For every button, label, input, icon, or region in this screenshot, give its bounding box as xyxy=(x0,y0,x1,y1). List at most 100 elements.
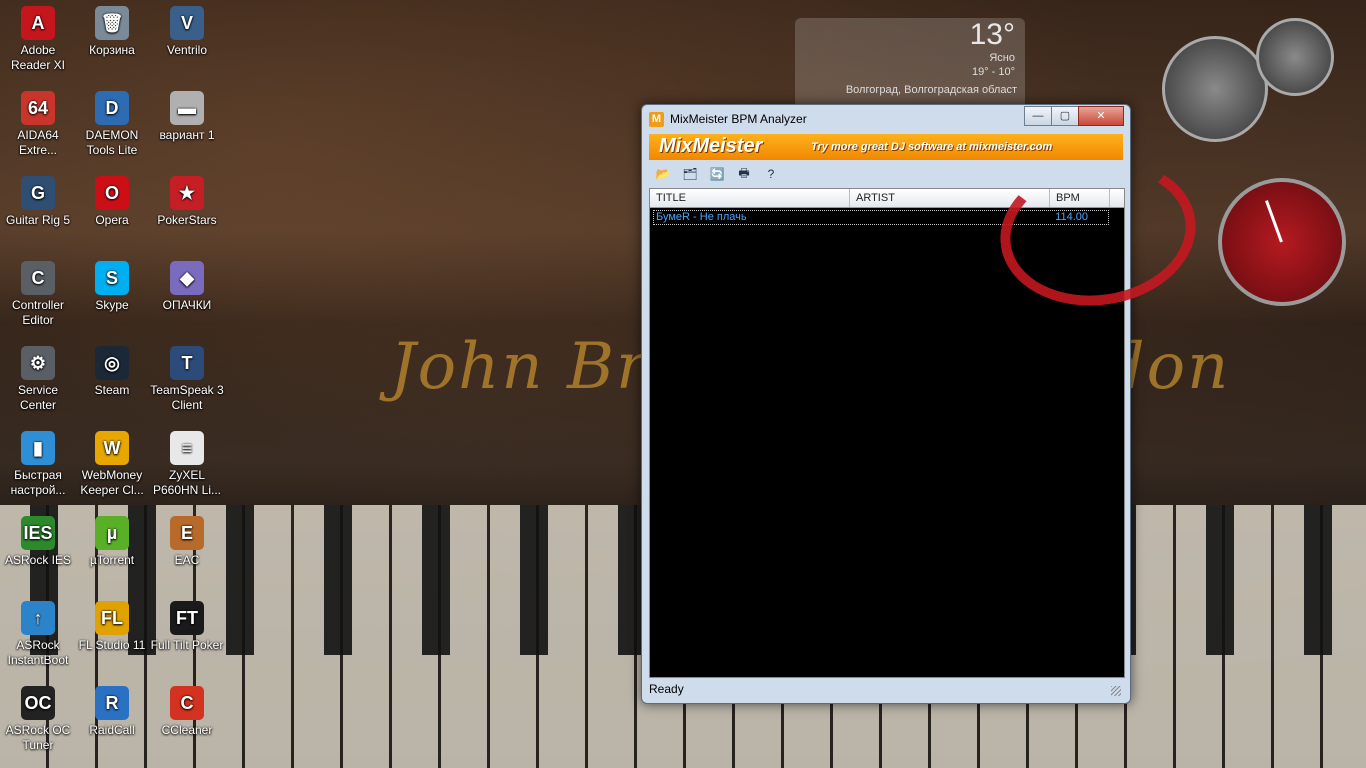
desktop-icon[interactable]: S Skype xyxy=(74,261,150,313)
app-icon: C xyxy=(21,261,55,295)
app-icon: R xyxy=(95,686,129,720)
app-icon: ▮ xyxy=(21,431,55,465)
app-icon: E xyxy=(170,516,204,550)
window-titlebar[interactable]: M MixMeister BPM Analyzer — ▢ ✕ xyxy=(642,105,1130,133)
weather-range: 19° - 10° xyxy=(971,66,1015,78)
print-icon[interactable]: 🖶 xyxy=(734,165,754,183)
desktop-icon-label: DAEMON Tools Lite xyxy=(85,128,139,157)
desktop-icon-label: FL Studio 11 xyxy=(78,638,146,652)
banner-tagline: Try more great DJ software at mixmeister… xyxy=(811,141,1053,153)
weather-gadget[interactable]: 13° Ясно 19° - 10° Волгоград, Волгоградс… xyxy=(795,18,1025,108)
status-bar: Ready xyxy=(649,679,1123,699)
desktop-icon[interactable]: ⚙ Service Center xyxy=(0,346,76,413)
desktop-icon[interactable]: T TeamSpeak 3 Client xyxy=(149,346,225,413)
desktop-icon[interactable]: V Ventrilo xyxy=(149,6,225,58)
app-icon: ◆ xyxy=(170,261,204,295)
app-icon: V xyxy=(170,6,204,40)
desktop-icon-label: Service Center xyxy=(17,383,58,412)
desktop-icon-label: Ventrilo xyxy=(166,43,208,57)
desktop-icon[interactable]: C CCleaner xyxy=(149,686,225,738)
mixmeister-logo: MixMeister xyxy=(659,135,763,157)
desktop-icon[interactable]: ▮ Быстрая настрой... xyxy=(0,431,76,498)
app-icon: ◎ xyxy=(95,346,129,380)
desktop-icon-label: Adobe Reader XI xyxy=(10,43,66,72)
desktop-icon[interactable]: G Guitar Rig 5 xyxy=(0,176,76,228)
desktop-icon[interactable]: A Adobe Reader XI xyxy=(0,6,76,73)
app-icon: µ xyxy=(95,516,129,550)
desktop-icon[interactable]: FL FL Studio 11 xyxy=(74,601,150,653)
open-folder-icon[interactable]: 📂 xyxy=(653,165,673,183)
app-icon: A xyxy=(21,6,55,40)
window-controls: — ▢ ✕ xyxy=(1024,106,1124,126)
app-icon: ▬ xyxy=(170,91,204,125)
app-icon: ⚙ xyxy=(21,346,55,380)
refresh-icon[interactable]: 🔄 xyxy=(707,165,727,183)
app-icon: T xyxy=(170,346,204,380)
desktop-icon-label: CCleaner xyxy=(161,723,213,737)
desktop-icon[interactable]: ★ PokerStars xyxy=(149,176,225,228)
desktop-icon-label: ASRock InstantBoot xyxy=(7,638,69,667)
app-icon: IES xyxy=(21,516,55,550)
maximize-button[interactable]: ▢ xyxy=(1051,106,1079,126)
desktop-icon-label: ASRock IES xyxy=(4,553,72,567)
desktop-icon[interactable]: FT Full Tilt Poker xyxy=(149,601,225,653)
desktop-icon-label: Skype xyxy=(95,298,129,312)
desktop-icon[interactable]: R RaidCall xyxy=(74,686,150,738)
desktop-icon[interactable]: ◎ Steam xyxy=(74,346,150,398)
desktop-icon[interactable]: IES ASRock IES xyxy=(0,516,76,568)
desktop-icon-label: Guitar Rig 5 xyxy=(5,213,71,227)
desktop-icon-label: WebMoney Keeper Cl... xyxy=(80,468,144,497)
row-title: БумеR - Не плачь xyxy=(656,211,747,223)
desktop-icon[interactable]: C Controller Editor xyxy=(0,261,76,328)
desktop-icon[interactable]: 🗑 Корзина xyxy=(74,6,150,58)
app-icon: G xyxy=(21,176,55,210)
desktop-icon-label: TeamSpeak 3 Client xyxy=(150,383,224,412)
app-icon: S xyxy=(95,261,129,295)
desktop-icon[interactable]: 64 AIDA64 Extre... xyxy=(0,91,76,158)
add-folder-icon[interactable]: 🗂 xyxy=(680,165,700,183)
minimize-button[interactable]: — xyxy=(1024,106,1052,126)
desktop-icon[interactable]: ◆ ОПАЧКИ xyxy=(149,261,225,313)
desktop-icon[interactable]: ≡ ZyXEL P660HN Li... xyxy=(149,431,225,498)
desktop-icon[interactable]: ▬ вариант 1 xyxy=(149,91,225,143)
cpu-meter-gadget[interactable] xyxy=(1162,36,1268,142)
desktop-icon[interactable]: W WebMoney Keeper Cl... xyxy=(74,431,150,498)
desktop-icon[interactable]: µ µTorrent xyxy=(74,516,150,568)
desktop-icon-label: вариант 1 xyxy=(159,128,215,142)
mixmeister-banner[interactable]: MixMeister Try more great DJ software at… xyxy=(649,134,1123,160)
app-icon: 64 xyxy=(21,91,55,125)
close-button[interactable]: ✕ xyxy=(1078,106,1124,126)
desktop-icon[interactable]: OC ASRock OC Tuner xyxy=(0,686,76,753)
desktop-icon-label: µTorrent xyxy=(89,553,135,567)
app-icon: ★ xyxy=(170,176,204,210)
weather-location: Волгоград, Волгоградская област xyxy=(845,84,1017,96)
status-text: Ready xyxy=(649,682,684,696)
desktop-icon-label: PokerStars xyxy=(157,213,217,227)
desktop-icon[interactable]: D DAEMON Tools Lite xyxy=(74,91,150,158)
weather-temp: 13° xyxy=(969,18,1015,51)
desktop-icon[interactable]: O Opera xyxy=(74,176,150,228)
desktop-icon-label: Full Tilt Poker xyxy=(150,638,224,652)
desktop-icon-label: Корзина xyxy=(89,43,135,57)
app-icon: O xyxy=(95,176,129,210)
desktop-icon-label: Steam xyxy=(94,383,130,397)
desktop-icon-label: Controller Editor xyxy=(11,298,65,327)
app-icon: FL xyxy=(95,601,129,635)
desktop-icon[interactable]: ↑ ASRock InstantBoot xyxy=(0,601,76,668)
desktop-icon[interactable]: E EAC xyxy=(149,516,225,568)
desktop-icon-label: ASRock OC Tuner xyxy=(5,723,71,752)
column-title[interactable]: TITLE xyxy=(650,189,850,207)
desktop-icon-label: AIDA64 Extre... xyxy=(17,128,59,157)
app-icon: M xyxy=(649,112,664,127)
app-icon: C xyxy=(170,686,204,720)
app-icon: OC xyxy=(21,686,55,720)
desktop-icon-label: EAC xyxy=(174,553,200,567)
app-icon: ↑ xyxy=(21,601,55,635)
app-icon: ≡ xyxy=(170,431,204,465)
app-icon: 🗑 xyxy=(95,6,129,40)
clock-gadget[interactable] xyxy=(1218,178,1346,306)
resize-grip[interactable] xyxy=(1111,686,1121,696)
memory-meter-gadget[interactable] xyxy=(1256,18,1334,96)
help-icon[interactable]: ? xyxy=(761,165,781,183)
desktop-icon-label: ОПАЧКИ xyxy=(162,298,212,312)
